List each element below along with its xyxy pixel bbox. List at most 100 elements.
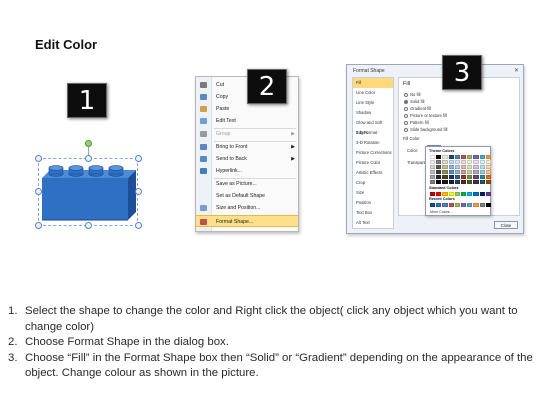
theme-color-swatch[interactable] — [430, 160, 436, 164]
recent-color-swatch[interactable] — [454, 203, 460, 207]
standard-color-swatch[interactable] — [460, 192, 467, 196]
category-glow-and-soft-edges[interactable]: Glow and Soft Edges — [353, 118, 393, 135]
theme-color-swatch[interactable] — [454, 180, 460, 184]
theme-color-swatch[interactable] — [473, 160, 479, 164]
theme-color-swatch[interactable] — [479, 165, 485, 169]
recent-color-swatch[interactable] — [467, 203, 473, 207]
theme-color-swatch[interactable] — [436, 175, 442, 179]
menu-item-paste[interactable]: Paste — [196, 103, 298, 115]
fill-option-pattern-fill[interactable]: Pattern fill — [404, 119, 474, 126]
menu-item-set-as-default-shape[interactable]: Set as Default Shape — [196, 190, 298, 202]
theme-color-swatch[interactable] — [460, 155, 467, 159]
theme-color-swatch[interactable] — [473, 170, 479, 174]
theme-color-swatch[interactable] — [485, 170, 491, 174]
recent-color-swatch[interactable] — [436, 203, 442, 207]
theme-color-swatch[interactable] — [473, 165, 479, 169]
theme-color-swatch[interactable] — [454, 155, 460, 159]
recent-color-swatch[interactable] — [448, 203, 454, 207]
theme-color-swatch[interactable] — [436, 170, 442, 174]
theme-color-swatch[interactable] — [436, 155, 442, 159]
more-colors-link[interactable]: More Colors... — [430, 210, 453, 214]
theme-color-swatch[interactable] — [448, 165, 454, 169]
category-shadow[interactable]: Shadow — [353, 108, 393, 118]
recent-color-swatch[interactable] — [479, 203, 485, 207]
theme-color-swatch[interactable] — [430, 170, 436, 174]
theme-color-swatch[interactable] — [473, 155, 479, 159]
theme-color-swatch[interactable] — [460, 165, 467, 169]
category-line-style[interactable]: Line Style — [353, 98, 393, 108]
theme-color-swatch[interactable] — [485, 160, 491, 164]
theme-color-swatch[interactable] — [479, 180, 485, 184]
lego-brick-shape[interactable] — [34, 140, 142, 230]
dialog-close-icon[interactable]: ✕ — [514, 67, 519, 74]
theme-color-swatch[interactable] — [442, 180, 448, 184]
theme-color-swatch[interactable] — [454, 165, 460, 169]
category-crop[interactable]: Crop — [353, 178, 393, 188]
theme-color-swatch[interactable] — [479, 175, 485, 179]
theme-color-swatch[interactable] — [460, 170, 467, 174]
category-fill[interactable]: Fill — [353, 78, 393, 88]
theme-color-swatch[interactable] — [442, 160, 448, 164]
close-button[interactable]: Close — [494, 221, 518, 229]
theme-color-swatch[interactable] — [460, 180, 467, 184]
theme-color-swatch[interactable] — [473, 180, 479, 184]
menu-item-save-as-picture[interactable]: Save as Picture... — [196, 178, 298, 190]
theme-color-swatch[interactable] — [485, 175, 491, 179]
theme-color-swatch[interactable] — [436, 180, 442, 184]
category-position[interactable]: Position — [353, 198, 393, 208]
fill-option-gradient-fill[interactable]: Gradient fill — [404, 105, 474, 112]
resize-handle-ml[interactable] — [35, 188, 42, 195]
resize-handle-br[interactable] — [135, 222, 142, 229]
category-picture-color[interactable]: Picture Color — [353, 158, 393, 168]
menu-item-send-to-back[interactable]: Send to Back ▶ — [196, 153, 298, 165]
resize-handle-tl[interactable] — [35, 155, 42, 162]
theme-color-swatch[interactable] — [454, 170, 460, 174]
fill-option-picture-or-texture-fill[interactable]: Picture or texture fill — [404, 112, 474, 119]
theme-color-swatch[interactable] — [479, 170, 485, 174]
theme-color-swatch[interactable] — [485, 180, 491, 184]
category-text-box[interactable]: Text Box — [353, 208, 393, 218]
menu-item-format-shape[interactable]: Format Shape... — [196, 215, 298, 227]
standard-color-swatch[interactable] — [442, 192, 448, 196]
theme-color-swatch[interactable] — [454, 160, 460, 164]
category-picture-corrections[interactable]: Picture Corrections — [353, 148, 393, 158]
theme-color-swatch[interactable] — [448, 170, 454, 174]
theme-color-swatch[interactable] — [479, 155, 485, 159]
theme-color-swatch[interactable] — [467, 170, 473, 174]
theme-color-swatch[interactable] — [479, 160, 485, 164]
resize-handle-tr[interactable] — [135, 155, 142, 162]
menu-item-edit-text[interactable]: Edit Text — [196, 115, 298, 127]
category-artistic-effects[interactable]: Artistic Effects — [353, 168, 393, 178]
theme-color-swatch[interactable] — [448, 175, 454, 179]
recent-color-swatch[interactable] — [460, 203, 467, 207]
menu-item-bring-to-front[interactable]: Bring to Front ▶ — [196, 141, 298, 153]
theme-color-swatch[interactable] — [467, 160, 473, 164]
menu-item-size-and-position[interactable]: Size and Position... — [196, 202, 298, 214]
recent-color-swatch[interactable] — [442, 203, 448, 207]
theme-color-swatch[interactable] — [467, 175, 473, 179]
theme-color-swatch[interactable] — [460, 175, 467, 179]
resize-handle-tm[interactable] — [85, 155, 92, 162]
theme-color-swatch[interactable] — [430, 180, 436, 184]
resize-handle-mr[interactable] — [135, 188, 142, 195]
standard-color-swatch[interactable] — [454, 192, 460, 196]
category-size[interactable]: Size — [353, 188, 393, 198]
theme-color-swatch[interactable] — [485, 165, 491, 169]
theme-color-swatch[interactable] — [448, 155, 454, 159]
recent-color-swatch[interactable] — [473, 203, 479, 207]
fill-option-slide-background-fill[interactable]: Slide background fill — [404, 126, 474, 133]
theme-color-swatch[interactable] — [467, 180, 473, 184]
category-line-color[interactable]: Line Color — [353, 88, 393, 98]
menu-item-group[interactable]: Group ▶ — [196, 128, 298, 140]
theme-color-swatch[interactable] — [454, 175, 460, 179]
theme-color-swatch[interactable] — [436, 160, 442, 164]
fill-option-no-fill[interactable]: No fill — [404, 91, 474, 98]
theme-color-swatch[interactable] — [467, 155, 473, 159]
category-3-d-rotation[interactable]: 3-D Rotation — [353, 138, 393, 148]
menu-item-hyperlink[interactable]: Hyperlink... — [196, 165, 298, 177]
theme-color-swatch[interactable] — [485, 155, 491, 159]
recent-color-swatch[interactable] — [485, 203, 491, 207]
resize-handle-bm[interactable] — [85, 222, 92, 229]
theme-color-swatch[interactable] — [473, 175, 479, 179]
theme-color-swatch[interactable] — [448, 160, 454, 164]
